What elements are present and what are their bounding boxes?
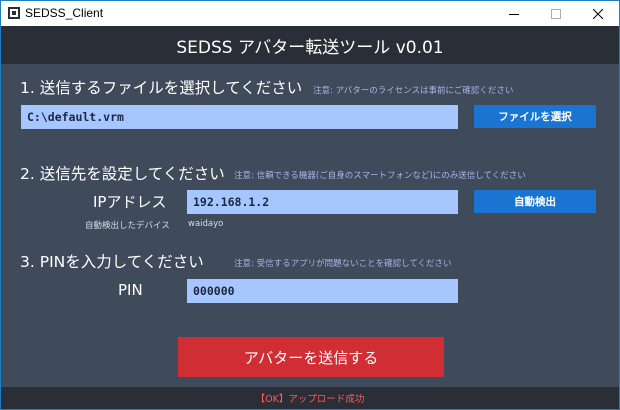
minimize-button[interactable]	[493, 1, 535, 26]
title-bar[interactable]: SEDSS_Client	[1, 1, 619, 26]
maximize-icon	[551, 8, 561, 19]
close-icon	[593, 8, 603, 19]
auto-detect-button[interactable]: 自動検出	[474, 190, 596, 213]
section3-note: 注意: 受信するアプリが問題ないことを確認してください	[234, 259, 452, 269]
detected-device-value: waidayo	[188, 219, 224, 229]
app-window: SEDSS_Client SEDSS アバター転送ツール v0.01 1. 送信…	[0, 0, 620, 410]
app-icon	[8, 7, 20, 19]
window-title: SEDSS_Client	[25, 6, 104, 20]
maximize-button[interactable]	[535, 1, 577, 26]
ip-address-input[interactable]	[187, 190, 458, 214]
status-message: 【OK】アップロード成功	[255, 394, 365, 405]
minimize-icon	[509, 13, 519, 15]
pin-input[interactable]	[187, 279, 458, 303]
header-title: SEDSS アバター転送ツール v0.01	[176, 37, 444, 58]
select-file-button[interactable]: ファイルを選択	[474, 105, 596, 128]
section2-title: 2. 送信先を設定してください	[20, 165, 225, 183]
section1-note: 注意: アバターのライセンスは事前にご確認ください	[313, 86, 514, 96]
section1-title: 1. 送信するファイルを選択してください	[20, 79, 303, 97]
ip-address-label: IPアドレス	[93, 193, 167, 211]
close-button[interactable]	[577, 1, 619, 26]
file-path-input[interactable]	[21, 105, 458, 129]
section3-title: 3. PINを入力してください	[20, 253, 204, 271]
status-bar: 【OK】アップロード成功	[1, 387, 619, 409]
pin-label: PIN	[118, 281, 143, 299]
send-avatar-button[interactable]: アバターを送信する	[178, 337, 444, 377]
app-header: SEDSS アバター転送ツール v0.01	[1, 26, 619, 64]
section2-note: 注意: 信頼できる機器(ご自身のスマートフォンなど)にのみ送信してください	[234, 171, 526, 181]
detected-device-label: 自動検出したデバイス	[85, 221, 170, 231]
